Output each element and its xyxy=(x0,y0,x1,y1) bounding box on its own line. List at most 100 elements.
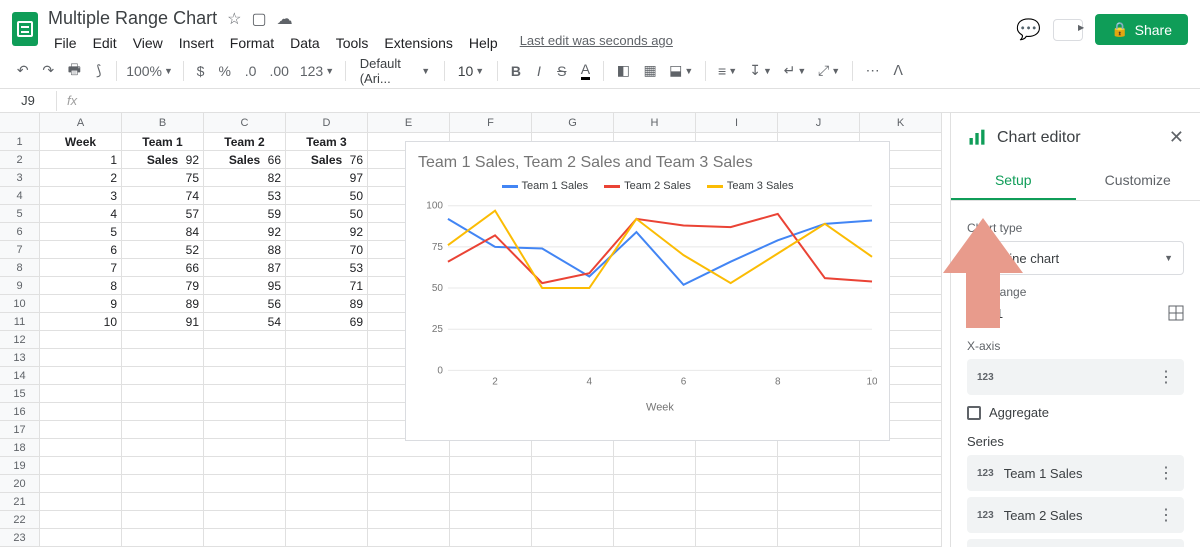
zoom-select[interactable]: 100%▼ xyxy=(125,59,175,83)
row-header[interactable]: 6 xyxy=(0,223,40,241)
cell[interactable]: 71 xyxy=(286,277,368,295)
column-header[interactable]: D xyxy=(286,113,368,133)
column-header[interactable]: H xyxy=(614,113,696,133)
cell[interactable] xyxy=(450,511,532,529)
data-range-value[interactable]: A1:D1 xyxy=(967,306,1003,321)
merge-button[interactable]: ⬓▼ xyxy=(665,58,697,83)
cell[interactable] xyxy=(286,349,368,367)
cell[interactable]: 2 xyxy=(40,169,122,187)
cell[interactable] xyxy=(122,385,204,403)
cell[interactable]: 92 xyxy=(122,151,204,169)
select-range-icon[interactable] xyxy=(1168,305,1184,321)
last-edit-link[interactable]: Last edit was seconds ago xyxy=(520,33,673,53)
cell[interactable] xyxy=(778,493,860,511)
series-pill[interactable]: 123Team 1 Sales⋮ xyxy=(967,455,1184,491)
menu-tools[interactable]: Tools xyxy=(330,33,375,53)
cell[interactable] xyxy=(286,385,368,403)
cell[interactable] xyxy=(204,385,286,403)
sheets-app-icon[interactable] xyxy=(12,12,38,46)
cell[interactable] xyxy=(286,493,368,511)
row-header[interactable]: 12 xyxy=(0,331,40,349)
aggregate-checkbox[interactable] xyxy=(967,406,981,420)
row-header[interactable]: 10 xyxy=(0,295,40,313)
column-header[interactable]: C xyxy=(204,113,286,133)
decrease-decimal-button[interactable]: .0 xyxy=(240,59,261,83)
row-header[interactable]: 5 xyxy=(0,205,40,223)
cell[interactable] xyxy=(40,331,122,349)
cell[interactable]: 95 xyxy=(204,277,286,295)
cell[interactable]: 59 xyxy=(204,205,286,223)
more-icon[interactable]: ⋮ xyxy=(1158,463,1174,483)
document-title[interactable]: Multiple Range Chart xyxy=(48,8,217,29)
fill-color-button[interactable]: ◧ xyxy=(612,58,635,83)
valign-button[interactable]: ↧▼ xyxy=(745,58,775,83)
cell[interactable] xyxy=(286,511,368,529)
cell[interactable]: 88 xyxy=(204,241,286,259)
cell[interactable] xyxy=(532,493,614,511)
cell[interactable] xyxy=(40,511,122,529)
row-header[interactable]: 2 xyxy=(0,151,40,169)
cell[interactable]: 91 xyxy=(122,313,204,331)
menu-view[interactable]: View xyxy=(127,33,169,53)
cell[interactable] xyxy=(286,421,368,439)
embedded-chart[interactable]: Team 1 Sales, Team 2 Sales and Team 3 Sa… xyxy=(405,141,890,441)
cell[interactable] xyxy=(778,529,860,547)
cell[interactable]: 69 xyxy=(286,313,368,331)
cloud-icon[interactable]: ☁ xyxy=(277,9,293,29)
row-header[interactable]: 11 xyxy=(0,313,40,331)
cell[interactable] xyxy=(860,457,942,475)
cell[interactable] xyxy=(778,457,860,475)
cell[interactable] xyxy=(122,457,204,475)
cell[interactable] xyxy=(122,421,204,439)
row-header[interactable]: 22 xyxy=(0,511,40,529)
cell[interactable] xyxy=(40,457,122,475)
cell[interactable] xyxy=(532,439,614,457)
cell[interactable] xyxy=(696,511,778,529)
cell[interactable]: 50 xyxy=(286,205,368,223)
row-header[interactable]: 20 xyxy=(0,475,40,493)
column-header[interactable]: B xyxy=(122,113,204,133)
cell[interactable] xyxy=(204,349,286,367)
row-header[interactable]: 23 xyxy=(0,529,40,547)
comments-icon[interactable]: 💬 xyxy=(1016,17,1041,42)
more-tools-button[interactable]: ⋯ xyxy=(861,58,884,83)
row-header[interactable]: 17 xyxy=(0,421,40,439)
cell[interactable]: 52 xyxy=(122,241,204,259)
column-header[interactable]: I xyxy=(696,113,778,133)
series-pill[interactable]: 123Team 2 Sales⋮ xyxy=(967,497,1184,533)
row-header[interactable]: 9 xyxy=(0,277,40,295)
cell[interactable] xyxy=(450,493,532,511)
cell[interactable]: 56 xyxy=(204,295,286,313)
cell[interactable] xyxy=(450,439,532,457)
cell[interactable] xyxy=(40,403,122,421)
cell[interactable]: 76 xyxy=(286,151,368,169)
menu-file[interactable]: File xyxy=(48,33,83,53)
percent-button[interactable]: % xyxy=(214,59,236,83)
cell[interactable]: 9 xyxy=(40,295,122,313)
cell[interactable] xyxy=(122,367,204,385)
column-header[interactable]: G xyxy=(532,113,614,133)
cell[interactable] xyxy=(860,439,942,457)
cell[interactable]: 79 xyxy=(122,277,204,295)
cell[interactable] xyxy=(778,475,860,493)
column-header[interactable]: A xyxy=(40,113,122,133)
chart-type-select[interactable]: Line chart ▼ xyxy=(967,241,1184,275)
cell[interactable] xyxy=(532,529,614,547)
cell[interactable] xyxy=(40,349,122,367)
cell[interactable] xyxy=(204,529,286,547)
cell[interactable] xyxy=(368,439,450,457)
cell[interactable] xyxy=(204,421,286,439)
font-size-select[interactable]: 10▼ xyxy=(453,59,489,83)
cell[interactable]: 97 xyxy=(286,169,368,187)
row-header[interactable]: 13 xyxy=(0,349,40,367)
cell[interactable]: 74 xyxy=(122,187,204,205)
meet-icon[interactable] xyxy=(1053,19,1083,41)
cell[interactable] xyxy=(122,439,204,457)
cell[interactable]: 87 xyxy=(204,259,286,277)
cell[interactable]: 84 xyxy=(122,223,204,241)
name-box[interactable]: J9 xyxy=(0,91,56,110)
cell[interactable]: Week xyxy=(40,133,122,151)
cell[interactable]: 89 xyxy=(122,295,204,313)
cell[interactable] xyxy=(614,529,696,547)
series-pill[interactable]: 123Team 3 Sales⋮ xyxy=(967,539,1184,547)
